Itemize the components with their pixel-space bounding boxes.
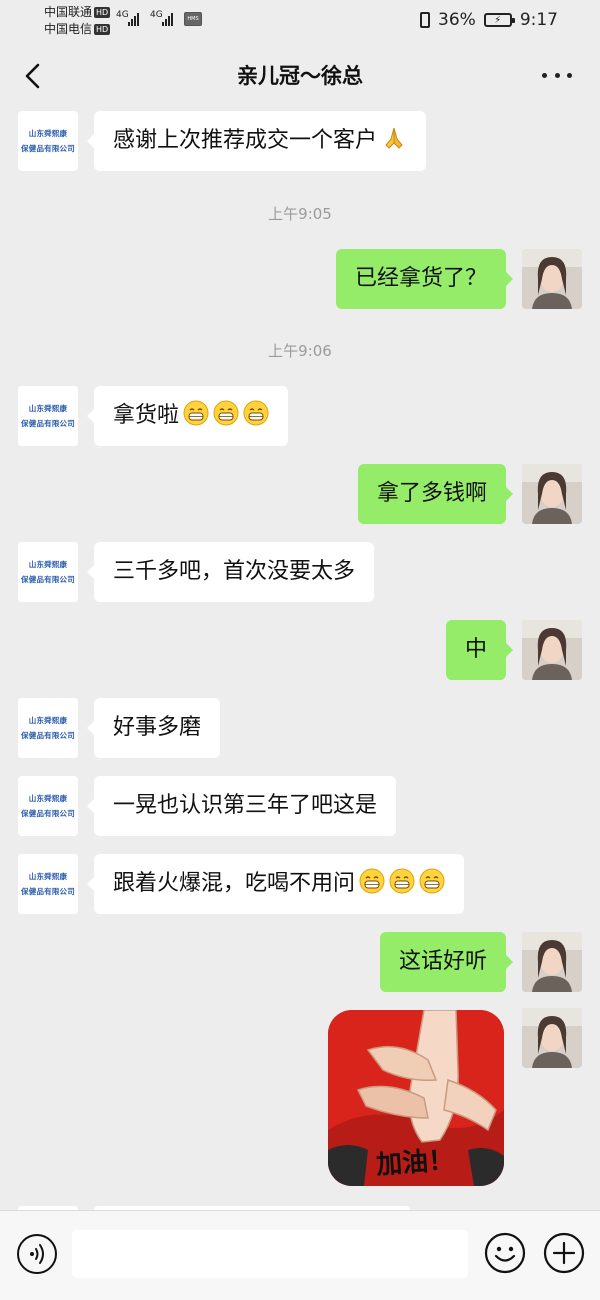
message-input[interactable]: [72, 1230, 468, 1278]
message-bubble[interactable]: 中: [445, 620, 514, 680]
message-list[interactable]: 山东舜熙康 保健品有限公司 感谢上次推荐成交一个客户 上午9:05 已经拿货了？…: [0, 108, 600, 1210]
grin-emoji-icon: [183, 400, 209, 426]
battery-charging-icon: ⚡: [483, 13, 515, 27]
message-bubble[interactable]: 一晃也认识第三年了吧这是: [86, 776, 397, 836]
message-text: 这话好听: [398, 949, 487, 974]
message-bubble[interactable]: 这话好听: [379, 932, 514, 992]
battery-percent: 36%: [438, 10, 476, 30]
timestamp: 上午9:06: [268, 342, 332, 360]
carrier-2-name: 中国电信: [44, 22, 93, 36]
message-bubble[interactable]: 拿了多钱啊: [357, 464, 514, 524]
network-type-2: 4G: [150, 10, 163, 20]
message-text: 已经拿货了？: [354, 266, 487, 291]
grin-emoji-icon: [359, 868, 385, 894]
contact-avatar[interactable]: 山东舜熙康 保健品有限公司: [18, 542, 78, 602]
grin-emoji-icon: [419, 868, 445, 894]
vibrate-icon: [420, 12, 431, 28]
emoji-face-icon[interactable]: [484, 1232, 526, 1274]
my-avatar[interactable]: [522, 249, 582, 309]
grin-emoji-icon: [243, 400, 269, 426]
clock: 9:17: [519, 10, 558, 30]
message-text: 三千多吧，首次没要太多: [113, 559, 356, 584]
signal-icon: [162, 13, 173, 26]
status-right: 36% ⚡ 9:17: [420, 9, 558, 31]
message-text: 拿货啦: [113, 403, 180, 428]
my-avatar[interactable]: [522, 1008, 582, 1068]
contact-avatar[interactable]: 山东舜熙康 保健品有限公司: [18, 776, 78, 836]
more-dots-icon[interactable]: [542, 68, 572, 82]
my-avatar[interactable]: [522, 620, 582, 680]
contact-avatar[interactable]: 山东舜熙康 保健品有限公司: [18, 854, 78, 914]
sticker-image[interactable]: 加油！: [328, 1010, 504, 1186]
message-text: 中: [464, 637, 487, 662]
voice-icon[interactable]: [17, 1234, 57, 1274]
folded-hands-emoji-icon: [385, 127, 403, 149]
message-bubble[interactable]: 好事多磨: [86, 698, 221, 758]
message-text: 拿了多钱啊: [376, 481, 487, 506]
message-text: 感谢上次推荐成交一个客户: [113, 128, 378, 153]
contact-avatar[interactable]: 山东舜熙康 保健品有限公司: [18, 386, 78, 446]
hd-badge: HD: [94, 7, 111, 18]
message-bubble[interactable]: 感谢上次推荐成交一个客户: [86, 111, 427, 171]
plus-circle-icon[interactable]: [543, 1232, 585, 1274]
message-text: 好事多磨: [113, 715, 202, 740]
contact-avatar[interactable]: 山东舜熙康 保健品有限公司: [18, 698, 78, 758]
contact-avatar[interactable]: 山东舜熙康 保健品有限公司: [18, 111, 78, 171]
chat-header: 亲儿冠～徐总: [0, 44, 600, 108]
message-bubble[interactable]: 三千多吧，首次没要太多: [86, 542, 375, 602]
message-text: 一晃也认识第三年了吧这是: [113, 793, 378, 818]
my-avatar[interactable]: [522, 932, 582, 992]
my-avatar[interactable]: [522, 464, 582, 524]
timestamp: 上午9:05: [268, 205, 332, 223]
hd-badge: HD: [94, 24, 111, 35]
message-bubble[interactable]: 已经拿货了？: [335, 249, 514, 309]
signal-icon: [128, 13, 139, 26]
chat-title: 亲儿冠～徐总: [237, 64, 363, 88]
message-text: 跟着火爆混，吃喝不用问: [113, 871, 356, 896]
message-bubble[interactable]: 拿货啦: [86, 386, 289, 446]
grin-emoji-icon: [389, 868, 415, 894]
grin-emoji-icon: [213, 400, 239, 426]
sticker-caption: 加油！: [375, 1145, 456, 1181]
carrier-2: 中国电信 HD: [44, 22, 111, 36]
hms-icon: HMS: [184, 12, 202, 26]
message-bubble[interactable]: 跟着火爆混，吃喝不用问: [86, 854, 465, 914]
carrier-1-name: 中国联通: [44, 5, 93, 19]
status-bar: 中国联通 HD 中国电信 HD 4G 4G HMS 36% ⚡ 9:17: [0, 0, 600, 44]
carrier-1: 中国联通 HD: [44, 5, 111, 19]
network-type-1: 4G: [116, 10, 129, 20]
input-bar: [0, 1210, 600, 1300]
